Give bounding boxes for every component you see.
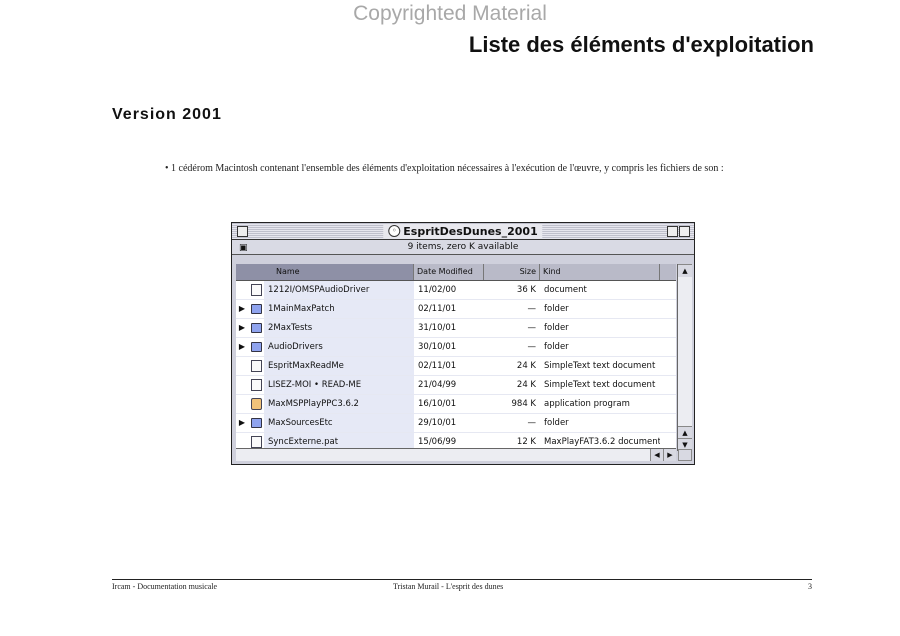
folder-icon (248, 319, 264, 337)
window-title-group: ◦ EspritDesDunes_2001 (383, 224, 543, 238)
file-name: LISEZ-MOI • READ-ME (264, 376, 414, 394)
file-size: 984 K (511, 399, 537, 409)
footer-center: Tristan Murail - L'esprit des dunes (393, 582, 504, 591)
bullet-text: • 1 cédérom Macintosh contenant l'ensemb… (165, 163, 724, 174)
file-kind: folder (544, 418, 569, 428)
row-spacer (236, 376, 248, 394)
file-size: — (527, 418, 537, 428)
page-number: 3 (808, 582, 812, 591)
scroll-left-arrow-icon[interactable]: ◀ (650, 449, 663, 461)
footer-left: Ircam - Documentation musicale (112, 582, 218, 591)
document-title: Liste des éléments d'exploitation (468, 32, 814, 57)
finder-window: ◦ EspritDesDunes_2001 ▣ 9 items, zero K … (231, 222, 695, 465)
info-text: 9 items, zero K available (407, 242, 519, 252)
column-header-size[interactable]: Size (484, 264, 540, 280)
file-size: 24 K (516, 380, 536, 390)
horizontal-scrollbar[interactable]: ◀ ▶ (236, 448, 676, 461)
file-kind: document (544, 285, 587, 295)
file-kind: application program (544, 399, 630, 409)
file-kind: SimpleText text document (544, 361, 656, 371)
file-date: 29/10/01 (418, 418, 457, 428)
version-heading: Version 2001 (112, 106, 222, 123)
text-document-icon (248, 357, 264, 375)
zoom-box[interactable] (667, 226, 678, 237)
file-row[interactable]: ▶ 1MainMaxPatch 02/11/01 — folder (236, 300, 676, 319)
file-row[interactable]: ▶ AudioDrivers 30/10/01 — folder (236, 338, 676, 357)
file-kind: folder (544, 304, 569, 314)
application-icon (248, 395, 264, 413)
file-date: 02/11/01 (418, 304, 457, 314)
disclosure-triangle-icon[interactable]: ▶ (236, 338, 248, 356)
lock-icon: ▣ (239, 243, 248, 253)
column-header-filler (660, 264, 676, 280)
file-date: 21/04/99 (418, 380, 457, 390)
file-size: — (527, 323, 537, 333)
finder-title-bar[interactable]: ◦ EspritDesDunes_2001 (232, 223, 694, 240)
info-bar: ▣ 9 items, zero K available (232, 240, 694, 255)
file-date: 16/10/01 (418, 399, 457, 409)
scroll-right-arrow-icon[interactable]: ▶ (663, 449, 676, 461)
file-name: 2MaxTests (264, 319, 414, 337)
file-size: 36 K (516, 285, 536, 295)
file-name: 1212I/OMSPAudioDriver (264, 281, 414, 299)
file-kind: SimpleText text document (544, 380, 656, 390)
collapse-box[interactable] (679, 226, 690, 237)
close-box[interactable] (237, 226, 248, 237)
watermark: Copyrighted Material (353, 2, 547, 25)
file-row[interactable]: MaxMSPPlayPPC3.6.2 16/10/01 984 K applicati… (236, 395, 676, 414)
file-kind: folder (544, 323, 569, 333)
file-name: AudioDrivers (264, 338, 414, 356)
text-document-icon (248, 376, 264, 394)
window-title: EspritDesDunes_2001 (403, 224, 538, 238)
file-name: MaxMSPPlayPPC3.6.2 (264, 395, 414, 413)
cd-icon: ◦ (388, 225, 401, 237)
column-headers: Name Date Modified Size Kind (236, 264, 676, 281)
file-row[interactable]: 1212I/OMSPAudioDriver 11/02/00 36 K documen… (236, 281, 676, 300)
row-spacer (236, 357, 248, 375)
row-spacer (236, 281, 248, 299)
folder-icon (248, 300, 264, 318)
row-spacer (236, 395, 248, 413)
file-row[interactable]: EspritMaxReadMe 02/11/01 24 K SimpleText te… (236, 357, 676, 376)
file-date: 30/10/01 (418, 342, 457, 352)
file-row[interactable]: ▶ MaxSourcesEtc 29/10/01 — folder (236, 414, 676, 433)
file-size: — (527, 304, 537, 314)
resize-grip-icon[interactable] (678, 449, 692, 461)
disclosure-triangle-icon[interactable]: ▶ (236, 300, 248, 318)
file-name: MaxSourcesEtc (264, 414, 414, 432)
disclosure-triangle-icon[interactable]: ▶ (236, 319, 248, 337)
folder-icon (248, 414, 264, 432)
file-row[interactable]: LISEZ-MOI • READ-ME 21/04/99 24 K SimpleTex… (236, 376, 676, 395)
sort-direction-icon[interactable]: ▲ (678, 264, 692, 277)
column-header-kind[interactable]: Kind (540, 264, 660, 280)
file-kind: folder (544, 342, 569, 352)
column-header-name[interactable]: Name (236, 264, 414, 280)
document-icon (248, 281, 264, 299)
footer-rule (112, 579, 812, 580)
file-date: 31/10/01 (418, 323, 457, 333)
file-name: EspritMaxReadMe (264, 357, 414, 375)
file-size: — (527, 342, 537, 352)
file-list: 1212I/OMSPAudioDriver 11/02/00 36 K documen… (236, 281, 676, 452)
disclosure-triangle-icon[interactable]: ▶ (236, 414, 248, 432)
file-name: 1MainMaxPatch (264, 300, 414, 318)
file-date: 02/11/01 (418, 361, 457, 371)
column-header-date[interactable]: Date Modified (414, 264, 484, 280)
file-size: 24 K (516, 361, 536, 371)
folder-icon (248, 338, 264, 356)
file-row[interactable]: ▶ 2MaxTests 31/10/01 — folder (236, 319, 676, 338)
vertical-scrollbar[interactable]: ▲ ▲ ▼ (677, 264, 692, 451)
file-date: 11/02/00 (418, 285, 457, 295)
